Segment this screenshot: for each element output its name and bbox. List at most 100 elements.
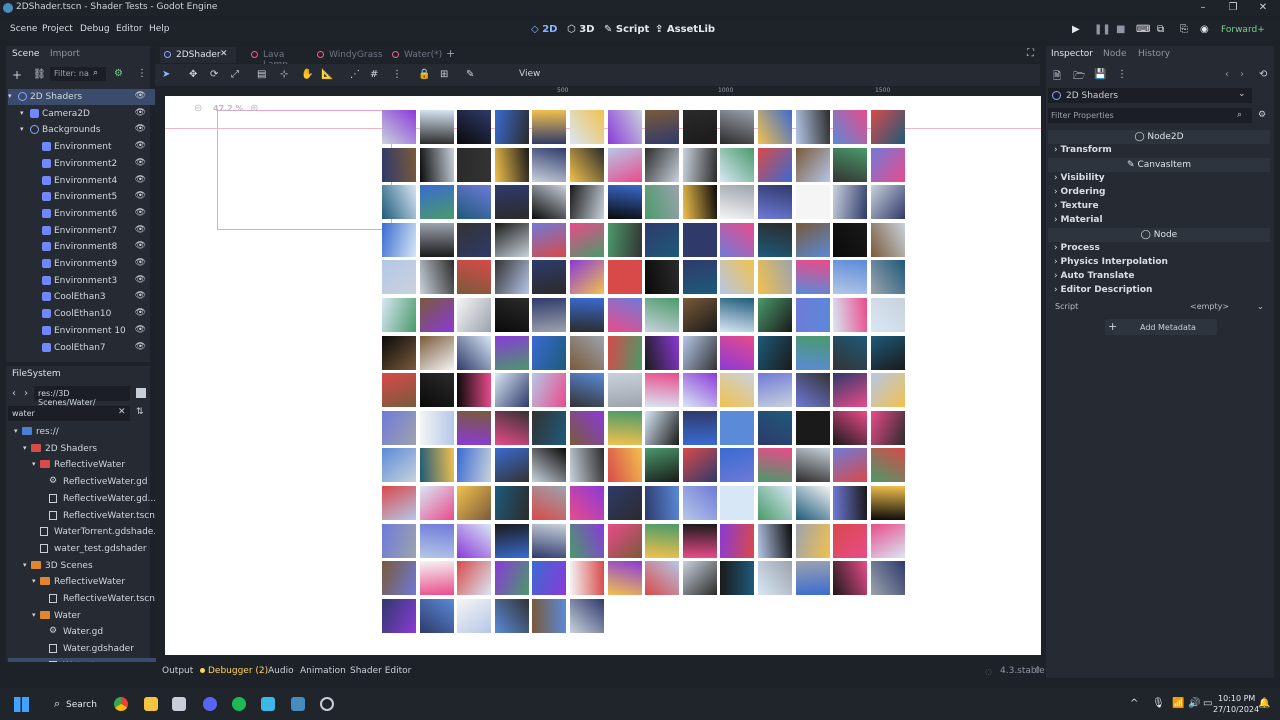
shader-thumbnail[interactable] [494,373,529,408]
shader-thumbnail[interactable] [607,335,642,370]
shader-thumbnail[interactable] [682,298,717,332]
shader-thumbnail[interactable] [570,185,604,220]
scale-tool-icon[interactable]: ⤢ [231,69,239,80]
shader-thumbnail[interactable] [494,598,529,633]
shader-thumbnail[interactable] [494,298,529,332]
shader-thumbnail[interactable] [382,260,416,295]
inspector-property-group[interactable]: › Visibility [1054,173,1105,183]
shader-thumbnail[interactable] [570,561,604,596]
snap-options-icon[interactable]: ⋮ [392,69,402,80]
scene-tab[interactable]: WindyGrass [313,47,383,63]
shader-thumbnail[interactable] [570,222,604,257]
tab-debugger[interactable]: Debugger (2) [208,666,268,676]
minimize-icon[interactable]: – [1188,0,1218,16]
shader-thumbnail[interactable] [570,523,604,558]
inspector-property-group[interactable]: › Editor Description [1054,285,1152,295]
shader-thumbnail[interactable] [720,486,755,520]
app-icon[interactable] [261,697,275,711]
tab-scene[interactable]: Scene [12,49,39,59]
shader-thumbnail[interactable] [382,373,416,408]
zoom-out-icon[interactable]: ⊖ [194,103,202,114]
shader-thumbnail[interactable] [419,298,454,332]
shader-thumbnail[interactable] [833,147,868,182]
visibility-eye-icon[interactable]: 👁 [135,208,146,218]
shader-thumbnail[interactable] [758,373,792,408]
filesystem-item[interactable]: ▾ 3D Scenes [8,558,156,574]
shader-thumbnail[interactable] [870,147,905,182]
shader-thumbnail[interactable] [682,185,717,220]
open-folder-icon[interactable]: 🗁 [1073,69,1085,86]
tab-inspector[interactable]: Inspector [1051,49,1093,59]
shader-thumbnail[interactable] [607,373,642,408]
snipping-tool-icon[interactable] [172,697,186,711]
play-current-icon[interactable]: ⧉ [1157,24,1164,35]
workspace-assetlib-button[interactable]: ⇪ AssetLib [655,24,715,35]
shader-thumbnail[interactable] [833,185,868,220]
shader-thumbnail[interactable] [457,222,492,257]
shader-thumbnail[interactable] [833,110,868,144]
visibility-eye-icon[interactable]: 👁 [135,241,146,251]
shader-thumbnail[interactable] [645,260,680,295]
scene-tree-item[interactable]: Environment 10 👁 [8,323,156,339]
shader-thumbnail[interactable] [795,298,830,332]
shader-thumbnail[interactable] [457,335,492,370]
shader-thumbnail[interactable] [532,486,567,520]
shader-thumbnail[interactable] [494,147,529,182]
shader-thumbnail[interactable] [419,335,454,370]
shader-thumbnail[interactable] [457,598,492,633]
shader-thumbnail[interactable] [720,110,755,144]
shader-thumbnail[interactable] [682,410,717,445]
shader-thumbnail[interactable] [494,260,529,295]
file-search-input[interactable]: water [8,406,130,421]
shader-thumbnail[interactable] [645,486,680,520]
more-icon[interactable]: ⋮ [1117,69,1127,80]
shader-thumbnail[interactable] [682,335,717,370]
filesystem-item[interactable]: ReflectiveWater.tscn [8,591,156,607]
shader-thumbnail[interactable] [382,561,416,596]
chrome-icon[interactable] [114,697,128,711]
save-icon[interactable]: 💾 [1094,69,1106,80]
shader-thumbnail[interactable] [419,260,454,295]
menu-debug[interactable]: Debug [80,24,110,34]
chevron-down-icon[interactable]: ⌄ [1238,89,1246,99]
shader-thumbnail[interactable] [870,561,905,596]
shader-thumbnail[interactable] [758,335,792,370]
shader-thumbnail[interactable] [833,298,868,332]
shader-thumbnail[interactable] [833,222,868,257]
filesystem-item[interactable]: ⚙ Water.gd [8,624,156,640]
inspector-property-group[interactable]: › Process [1054,243,1100,253]
shader-thumbnail[interactable] [382,410,416,445]
shader-thumbnail[interactable] [607,523,642,558]
shader-thumbnail[interactable] [382,448,416,483]
shader-thumbnail[interactable] [494,561,529,596]
shader-thumbnail[interactable] [682,110,717,144]
shader-thumbnail[interactable] [457,110,492,144]
visibility-eye-icon[interactable]: 👁 [135,91,146,101]
taskbar-date[interactable]: 27/10/2024 [1213,705,1259,714]
shader-thumbnail[interactable] [570,598,604,633]
object-history-icon[interactable]: ⟲ [1259,69,1267,80]
expand-arrow-icon[interactable]: ▾ [32,611,36,619]
shader-thumbnail[interactable] [795,335,830,370]
play-icon[interactable]: ▶ [1072,24,1080,35]
move-tool-icon[interactable]: ✥ [189,69,197,80]
shader-thumbnail[interactable] [870,335,905,370]
shader-thumbnail[interactable] [570,298,604,332]
expand-arrow-icon[interactable]: ▾ [14,427,18,435]
close-tab-icon[interactable]: ✕ [220,49,228,59]
pause-icon[interactable]: ❚❚ [1094,24,1111,35]
shader-thumbnail[interactable] [795,222,830,257]
shader-thumbnail[interactable] [457,185,492,220]
lock-icon[interactable]: 🔒 [418,69,430,80]
microphone-icon[interactable]: 🎙 [1152,698,1165,709]
remote-debug-icon[interactable]: ⌨ [1136,24,1150,35]
split-view-icon[interactable] [136,388,146,398]
shader-thumbnail[interactable] [457,486,492,520]
shader-thumbnail[interactable] [494,486,529,520]
shader-thumbnail[interactable] [457,523,492,558]
shader-thumbnail[interactable] [532,147,567,182]
shader-thumbnail[interactable] [382,335,416,370]
forward-icon[interactable]: › [24,388,28,399]
shader-thumbnail[interactable] [532,373,567,408]
shader-thumbnail[interactable] [682,222,717,257]
